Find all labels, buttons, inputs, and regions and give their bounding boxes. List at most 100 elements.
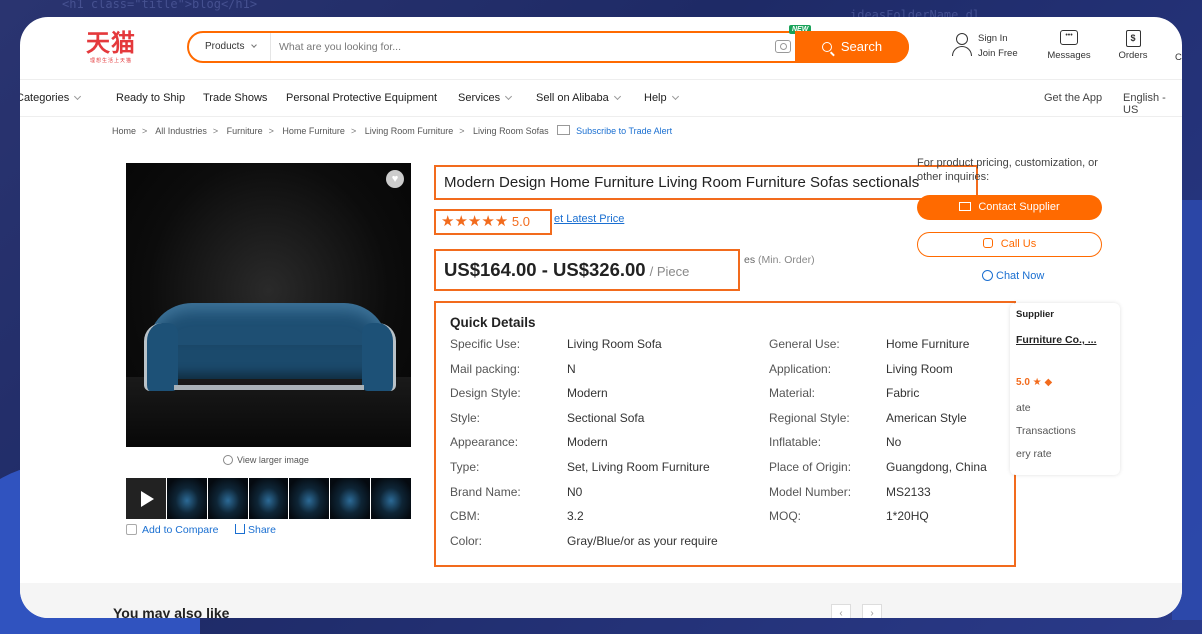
- view-larger-image-link[interactable]: View larger image: [223, 455, 309, 465]
- thumbnail[interactable]: [330, 478, 371, 519]
- logo[interactable]: 天猫 理想生活上天猫: [83, 29, 139, 69]
- detail-key: Brand Name:: [450, 484, 521, 499]
- breadcrumb-item[interactable]: Living Room Furniture: [365, 126, 454, 136]
- zoom-icon: [223, 455, 233, 465]
- detail-value: 3.2: [567, 509, 584, 524]
- orders-link[interactable]: $ Orders: [1111, 30, 1155, 61]
- add-to-compare[interactable]: Add to Compare: [126, 524, 218, 536]
- detail-key: CBM:: [450, 509, 480, 524]
- pricing-inquiry-text: For product pricing, customization, or o…: [917, 157, 1098, 183]
- nav-trade-shows[interactable]: Trade Shows: [203, 92, 267, 104]
- detail-value: MS2133: [886, 484, 931, 499]
- breadcrumb-item[interactable]: Home: [112, 126, 136, 136]
- detail-value: Fabric: [886, 386, 920, 401]
- thumbnail[interactable]: [371, 478, 412, 519]
- detail-value: Living Room: [886, 361, 953, 376]
- contact-supplier-button[interactable]: Contact Supplier: [917, 195, 1102, 220]
- nav-ppe[interactable]: Personal Protective Equipment: [286, 92, 437, 104]
- thumbnail[interactable]: [289, 478, 330, 519]
- thumbnail[interactable]: [248, 478, 289, 519]
- search-bar: Products NEW Search: [187, 25, 909, 63]
- breadcrumb-item[interactable]: Living Room Sofas: [473, 126, 549, 136]
- share-link[interactable]: Share: [235, 524, 276, 536]
- compare-checkbox[interactable]: [126, 524, 137, 535]
- get-latest-price-link[interactable]: et Latest Price: [554, 213, 624, 225]
- chat-icon: [982, 270, 993, 281]
- detail-value: N: [567, 361, 576, 376]
- video-thumbnail[interactable]: [126, 478, 166, 519]
- detail-value: 1*20HQ: [886, 509, 929, 524]
- detail-key: Specific Use:: [450, 337, 521, 351]
- detail-key: General Use:: [769, 337, 840, 351]
- thumbnail[interactable]: [207, 478, 248, 519]
- main-nav: Categories Ready to Ship Trade Shows Per…: [20, 79, 1182, 117]
- favorite-heart-icon[interactable]: ♥: [386, 170, 404, 188]
- detail-value: Gray/Blue/or as your require: [567, 533, 718, 548]
- search-button[interactable]: Search: [795, 31, 909, 63]
- call-us-button[interactable]: Call Us: [917, 232, 1102, 257]
- user-icon: [951, 33, 973, 57]
- detail-key: Material:: [769, 386, 816, 401]
- nav-categories[interactable]: Categories: [20, 92, 82, 104]
- quick-details-row: Brand Name: N0 Model Number: MS2133: [450, 485, 1010, 505]
- cart-link[interactable]: C: [1175, 52, 1182, 63]
- thumbnail[interactable]: [166, 478, 207, 519]
- phone-icon: [982, 238, 993, 248]
- detail-key: Design Style:: [450, 386, 521, 401]
- supplier-line: ery rate: [1016, 448, 1052, 460]
- nav-language[interactable]: English - US: [1123, 92, 1182, 116]
- detail-key: Place of Origin:: [769, 460, 852, 474]
- detail-value: Home Furniture: [886, 337, 970, 351]
- messages-label: Messages: [1047, 50, 1091, 61]
- detail-value: Modern: [567, 435, 608, 450]
- breadcrumb-item[interactable]: Home Furniture: [282, 126, 345, 136]
- detail-key: Regional Style:: [769, 410, 850, 425]
- orders-icon: $: [1125, 30, 1141, 47]
- supplier-rating: 5.0 ★ ◆: [1016, 377, 1053, 388]
- sign-in-link[interactable]: Sign In Join Free: [951, 31, 1018, 61]
- supplier-badge: Supplier: [1016, 309, 1055, 320]
- nav-help[interactable]: Help: [644, 92, 679, 104]
- detail-key: Application:: [769, 361, 832, 376]
- product-main-image[interactable]: [126, 163, 411, 447]
- nav-ready-to-ship[interactable]: Ready to Ship: [116, 92, 185, 104]
- message-icon: •••: [1060, 30, 1078, 45]
- rating-value: 5.0: [511, 214, 530, 229]
- breadcrumb: Home > All Industries > Furniture > Home Fu…: [112, 125, 673, 136]
- next-arrow-button[interactable]: ›: [862, 604, 882, 618]
- thumbnail-strip: [126, 478, 412, 519]
- messages-link[interactable]: ••• Messages: [1044, 30, 1094, 61]
- detail-value: N0: [567, 484, 583, 499]
- chat-now-link[interactable]: Chat Now: [982, 270, 1044, 282]
- detail-value: Set, Living Room Furniture: [567, 460, 710, 474]
- search-input[interactable]: [279, 33, 779, 61]
- camera-icon[interactable]: [775, 40, 791, 53]
- product-rating: ★★★★★ 5.0: [434, 209, 552, 235]
- nav-sell-on-alibaba[interactable]: Sell on Alibaba: [536, 92, 621, 104]
- quick-details-row: Appearance: Modern Inflatable: No: [450, 435, 1010, 455]
- browser-window: 天猫 理想生活上天猫 Products NEW Search Sign In J…: [20, 17, 1182, 618]
- logo-text: 天猫: [86, 29, 136, 57]
- nav-services[interactable]: Services: [458, 92, 513, 104]
- background-code: <h1 class="title">blog</h1>: [62, 0, 258, 11]
- price-range: US$164.00 - US$326.00/ Piece: [434, 249, 740, 291]
- orders-label: Orders: [1118, 50, 1148, 61]
- subscribe-trade-alert-link[interactable]: Subscribe to Trade Alert: [576, 126, 672, 136]
- supplier-name-link[interactable]: Furniture Co., ...: [1016, 334, 1097, 346]
- detail-value: Sectional Sofa: [567, 410, 645, 425]
- you-may-also-like-title: You may also like: [113, 605, 230, 618]
- detail-key: Style:: [450, 410, 481, 425]
- prev-arrow-button[interactable]: ‹: [831, 604, 851, 618]
- quick-details-row: Type: Set, Living Room Furniture Place of …: [450, 460, 1010, 480]
- breadcrumb-item[interactable]: All Industries: [155, 126, 207, 136]
- breadcrumb-item[interactable]: Furniture: [227, 126, 263, 136]
- quick-details-row: CBM: 3.2 MOQ: 1*20HQ: [450, 509, 1010, 529]
- nav-get-app[interactable]: Get the App: [1044, 92, 1102, 104]
- search-category-select[interactable]: Products: [189, 33, 271, 61]
- quick-details-row: Mail packing: N Application: Living Room: [450, 362, 1010, 382]
- detail-value: Modern: [567, 386, 608, 401]
- price-unit: / Piece: [649, 264, 690, 279]
- quick-details-panel: Quick Details Specific Use: Living Room S…: [434, 301, 1016, 567]
- detail-key: Appearance:: [450, 435, 519, 450]
- quick-details-row: Design Style: Modern Material: Fabric: [450, 386, 1010, 406]
